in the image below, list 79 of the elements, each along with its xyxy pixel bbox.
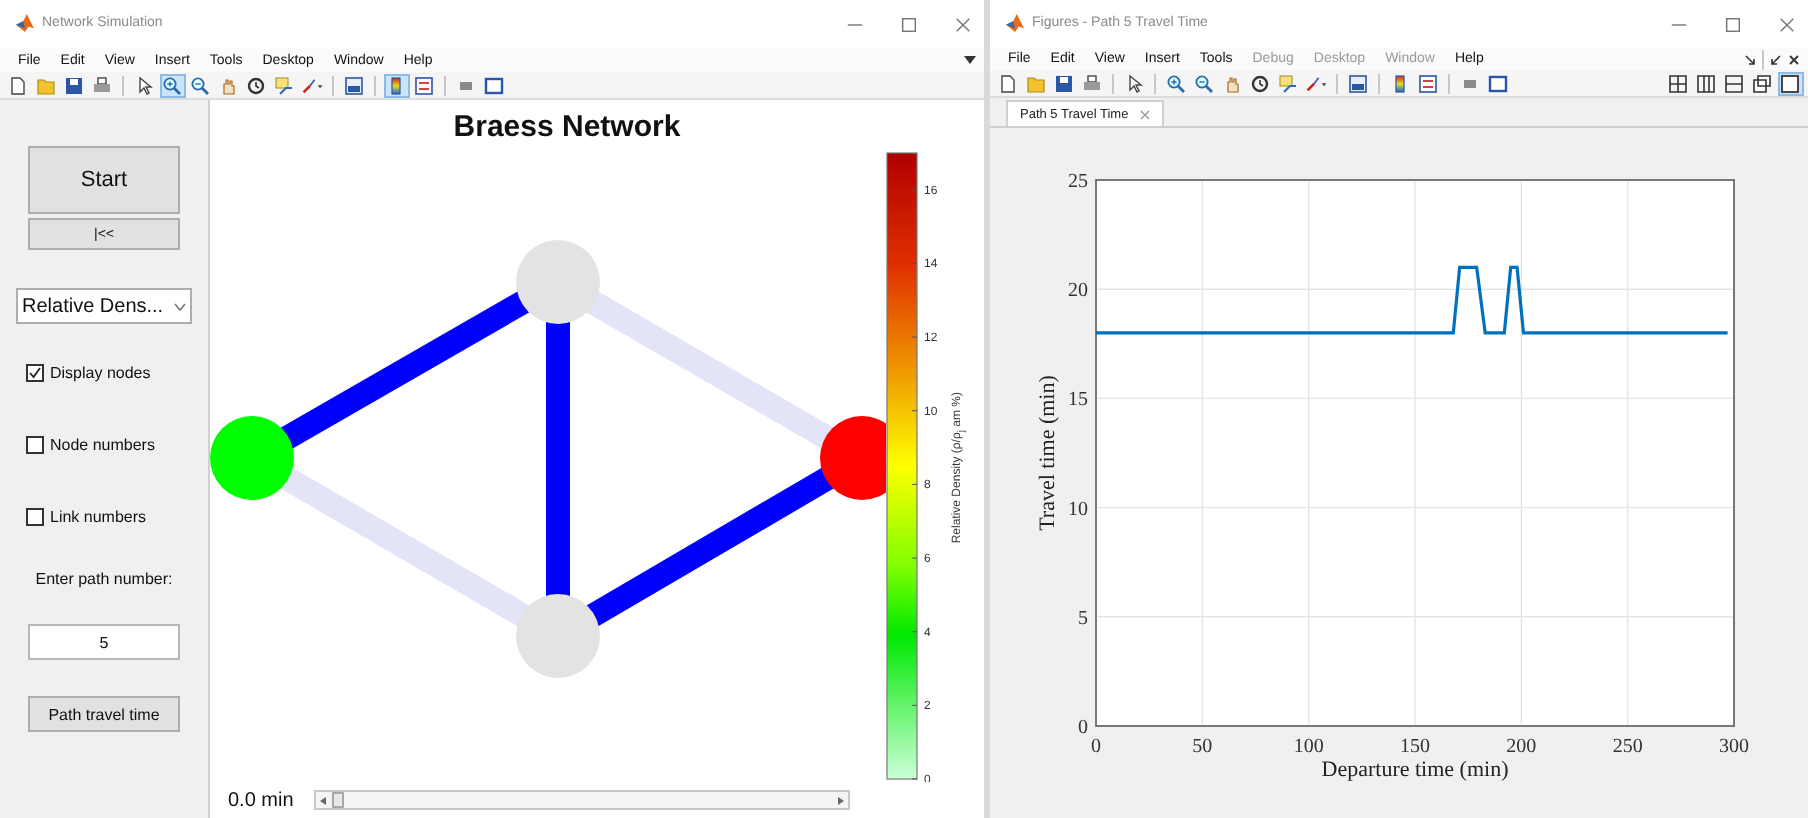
rotate-icon — [1250, 73, 1270, 94]
toolbar-button[interactable] — [1051, 71, 1077, 96]
brush-icon — [301, 75, 323, 95]
toolbar-button[interactable] — [1345, 71, 1371, 96]
folder-icon — [1026, 73, 1046, 94]
toolbar-button[interactable] — [1777, 71, 1803, 96]
toolbar-button[interactable] — [159, 73, 185, 97]
axis-tick-label: 0 — [1091, 736, 1101, 758]
toolbar-button[interactable] — [1191, 71, 1217, 96]
toolbar-button[interactable] — [481, 73, 507, 97]
toolbar-button[interactable] — [1163, 71, 1189, 96]
data-tip-icon — [1278, 73, 1298, 94]
axis-tick-label: 150 — [1400, 736, 1430, 758]
toolbar-button[interactable] — [1693, 71, 1719, 96]
toolbar-button[interactable] — [383, 73, 409, 97]
checkbox[interactable] — [26, 364, 44, 382]
axis-tick-label: 10 — [1068, 498, 1088, 521]
data-tip-icon — [274, 75, 294, 95]
colorbar-icon — [1390, 73, 1410, 94]
plot-title: Braess Network — [453, 109, 681, 143]
link-plot-icon — [1348, 73, 1368, 94]
toolbar-button[interactable] — [271, 73, 297, 97]
zoom-out-icon — [190, 75, 210, 95]
checkbox[interactable] — [26, 508, 44, 526]
close-icon[interactable] — [1788, 53, 1800, 66]
path-travel-time-button[interactable]: Path travel time — [28, 696, 180, 732]
checkbox-label: Display nodes — [50, 364, 151, 382]
axis-tick-label: 15 — [1068, 389, 1088, 412]
axis-tick-label: 20 — [1068, 280, 1088, 303]
toolbar-button[interactable] — [341, 73, 367, 97]
toolbar-button[interactable] — [243, 73, 269, 97]
start-button[interactable]: Start — [28, 146, 180, 214]
zoom-in-icon — [1166, 73, 1186, 94]
dock-icon[interactable] — [1770, 53, 1782, 66]
rotate-icon — [246, 75, 266, 95]
toolbar-button[interactable] — [187, 73, 213, 97]
toolbar-button[interactable] — [1485, 71, 1511, 96]
caret-icon[interactable] — [964, 54, 976, 66]
path-prompt: Enter path number: — [35, 570, 173, 588]
axis-tick-label: 25 — [1068, 171, 1088, 193]
grid-layout-icon — [1668, 73, 1688, 94]
time-reading: 0.0 min — [228, 789, 294, 811]
toolbar-button[interactable] — [61, 73, 87, 97]
link-plot-icon — [344, 75, 364, 95]
zoom-out-icon — [1194, 73, 1214, 94]
hand-icon — [1222, 73, 1242, 94]
axis-tick-label: 50 — [1192, 736, 1213, 758]
caret-icon — [174, 301, 186, 311]
undock-icon[interactable] — [1744, 53, 1756, 66]
axis-tick-label: 200 — [1506, 736, 1537, 758]
colorbar-icon — [386, 75, 406, 95]
path-number-field[interactable]: 5 — [28, 624, 180, 660]
axis-title: Travel time (min) — [1036, 375, 1060, 531]
axis-tick-label: 5 — [1078, 607, 1088, 630]
axis-tick-label: 250 — [1612, 736, 1643, 758]
toolbar-button[interactable] — [1721, 71, 1747, 96]
toolbar-button[interactable] — [1275, 71, 1301, 96]
brush-icon — [1305, 73, 1327, 94]
checkbox-label: Node numbers — [50, 436, 155, 454]
toolbar-button[interactable] — [5, 73, 31, 97]
axis-tick-label: 100 — [1293, 736, 1324, 758]
hand-icon — [218, 75, 238, 95]
toolbar-button[interactable] — [1665, 71, 1691, 96]
toolbar-button[interactable] — [1749, 71, 1775, 96]
maximize-window-icon[interactable] — [1724, 16, 1742, 34]
toolbar-button[interactable] — [1247, 71, 1273, 96]
columns-layout-icon — [1696, 73, 1716, 94]
axis-title: Departure time (min) — [1321, 758, 1509, 782]
app-icon — [16, 14, 34, 32]
app-icon — [1006, 14, 1024, 32]
toolbar-button[interactable] — [995, 71, 1021, 96]
dropdown[interactable]: Relative Dens... — [16, 288, 192, 324]
zoom-in-icon — [162, 75, 182, 95]
rows-layout-icon — [1724, 73, 1744, 94]
maximize-window-icon[interactable] — [900, 16, 918, 34]
axis-tick-label: 0 — [1078, 717, 1088, 739]
axis-tick-label: 300 — [1719, 736, 1749, 758]
checkbox[interactable] — [26, 436, 44, 454]
checkbox-label: Link numbers — [50, 508, 147, 526]
